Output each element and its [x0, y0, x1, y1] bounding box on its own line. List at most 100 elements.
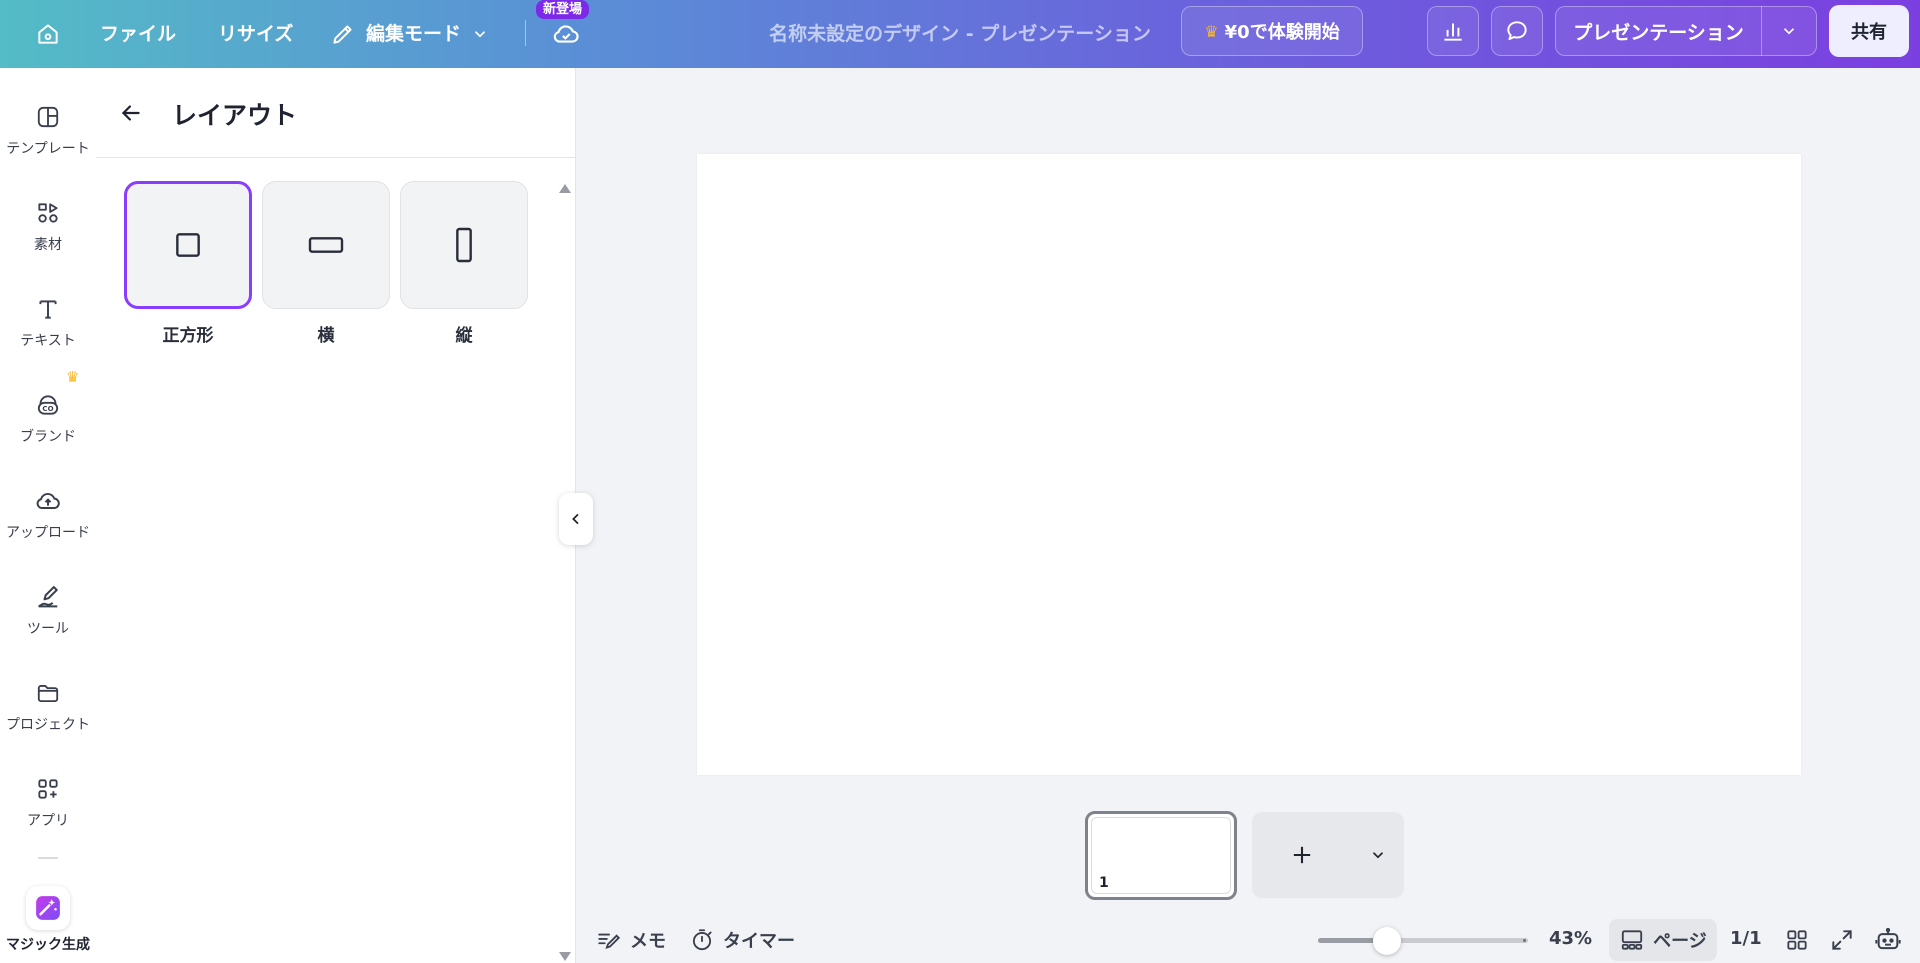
layout-option-portrait[interactable]: 縦 — [400, 181, 528, 346]
layout-option-landscape[interactable]: 横 — [262, 181, 390, 346]
rail-item-label: テンプレート — [6, 141, 90, 157]
layout-option-label: 横 — [317, 326, 335, 346]
page-number: 1 — [1099, 875, 1109, 891]
rail-item-projects[interactable]: プロジェクト — [0, 664, 96, 752]
cloud-check-icon — [553, 25, 579, 43]
top-bar: ファイル リサイズ 編集モード 新登場 名称未設定のデザイン - プレゼンテーシ… — [0, 0, 1920, 68]
comments-button[interactable] — [1491, 6, 1543, 56]
edit-mode-menu[interactable]: 編集モード — [330, 18, 489, 50]
rail-item-elements[interactable]: 素材 — [0, 184, 96, 272]
plus-icon — [1293, 846, 1311, 864]
notes-icon — [598, 933, 621, 950]
pages-view-button[interactable]: ページ — [1609, 919, 1717, 961]
pages-icon — [1622, 930, 1643, 950]
layout-option-box[interactable] — [124, 181, 252, 309]
fullscreen-button[interactable] — [1827, 925, 1857, 955]
new-badge: 新登場 — [536, 0, 590, 19]
assistant-icon — [1875, 927, 1901, 950]
notes-button[interactable]: メモ — [596, 925, 666, 955]
resize-menu[interactable]: リサイズ — [218, 18, 293, 50]
collapse-panel-button[interactable] — [559, 493, 593, 545]
rail-item-label: ツール — [27, 621, 69, 637]
free-trial-button[interactable]: ♛ ¥0で体験開始 — [1181, 6, 1363, 56]
free-trial-label: ¥0で体験開始 — [1224, 22, 1340, 43]
layout-option-label: 縦 — [455, 326, 473, 346]
home-icon — [38, 24, 58, 44]
rail-divider — [38, 857, 58, 859]
layout-option-label: 正方形 — [162, 326, 214, 346]
svg-text:CO: CO — [42, 404, 53, 413]
grid-view-button[interactable] — [1782, 925, 1812, 955]
rail-item-label: テキスト — [20, 333, 76, 349]
pages-view-label: ページ — [1653, 931, 1707, 952]
present-options-button[interactable] — [1762, 22, 1816, 40]
page-count: 1/1 — [1730, 928, 1762, 949]
elements-icon — [33, 198, 63, 228]
text-icon — [33, 294, 63, 324]
scroll-up-arrow[interactable] — [559, 184, 571, 193]
design-canvas[interactable] — [697, 154, 1801, 775]
timer-label: タイマー — [723, 931, 795, 952]
crown-icon: ♛ — [1204, 21, 1219, 41]
landscape-icon — [308, 237, 344, 253]
document-title[interactable]: 名称未設定のデザイン - プレゼンテーション — [760, 18, 1160, 50]
rail-item-brand[interactable]: CO ブランド — [0, 376, 96, 464]
rail-item-label: プロジェクト — [6, 717, 90, 733]
edit-mode-label: 編集モード — [366, 23, 462, 45]
folder-icon — [33, 678, 63, 708]
template-icon — [33, 102, 63, 132]
page-thumbnail-preview: 1 — [1091, 817, 1231, 894]
scroll-down-arrow[interactable] — [559, 952, 571, 961]
add-page-button[interactable] — [1252, 841, 1352, 869]
share-button[interactable]: 共有 — [1829, 5, 1909, 57]
rail-item-tools[interactable]: ツール — [0, 568, 96, 656]
apps-icon — [33, 774, 63, 804]
draw-icon — [33, 582, 63, 612]
add-page-options-button[interactable] — [1352, 846, 1404, 864]
panel-divider — [96, 157, 576, 158]
topbar-divider — [525, 20, 526, 46]
layout-panel: レイアウト 正方形 横 縦 — [96, 68, 576, 963]
premium-crown-icon: ♛ — [66, 368, 80, 386]
save-status-button[interactable] — [548, 16, 584, 52]
rail-item-template[interactable]: テンプレート — [0, 88, 96, 176]
zoom-max-dot — [1523, 939, 1526, 942]
rail-item-label: アプリ — [27, 813, 69, 829]
notes-label: メモ — [630, 931, 666, 952]
file-menu[interactable]: ファイル — [100, 18, 176, 50]
zoom-slider-thumb[interactable] — [1373, 927, 1402, 955]
square-icon — [176, 233, 200, 257]
zoom-slider[interactable] — [1318, 927, 1528, 955]
chevron-down-icon — [474, 31, 486, 38]
arrow-left-icon — [121, 105, 140, 121]
magic-generate-label: マジック生成 — [6, 937, 90, 953]
insights-button[interactable] — [1427, 6, 1479, 56]
expand-icon — [1832, 930, 1852, 950]
layout-option-box[interactable] — [262, 181, 390, 309]
page-thumbnail[interactable]: 1 — [1085, 811, 1237, 900]
timer-button[interactable]: タイマー — [689, 925, 795, 955]
home-button[interactable] — [30, 16, 66, 52]
rail-item-label: ブランド — [20, 429, 76, 445]
layout-option-box[interactable] — [400, 181, 528, 309]
chevron-left-icon — [572, 513, 579, 525]
timer-icon — [692, 929, 712, 951]
grid-icon — [1787, 930, 1807, 950]
rail-item-apps[interactable]: アプリ — [0, 760, 96, 848]
assistant-button[interactable] — [1873, 925, 1903, 955]
rail-item-text[interactable]: テキスト — [0, 280, 96, 368]
zoom-percentage[interactable]: 43% — [1549, 928, 1592, 949]
pencil-icon — [333, 25, 352, 44]
left-rail: テンプレート 素材 テキスト CO ブランド アップロード ツール プロジェクト… — [0, 68, 96, 963]
back-button[interactable] — [116, 98, 146, 128]
comment-icon — [1507, 21, 1527, 41]
layout-option-square[interactable]: 正方形 — [124, 181, 252, 346]
rail-item-upload[interactable]: アップロード — [0, 472, 96, 560]
present-button[interactable]: プレゼンテーション — [1556, 18, 1761, 45]
panel-title: レイアウト — [172, 101, 298, 130]
magic-sparkle-icon — [36, 896, 60, 920]
brand-icon: CO — [33, 390, 63, 420]
chevron-down-icon — [1372, 852, 1384, 859]
rail-item-label: 素材 — [34, 237, 62, 253]
magic-generate-button[interactable] — [26, 886, 70, 930]
